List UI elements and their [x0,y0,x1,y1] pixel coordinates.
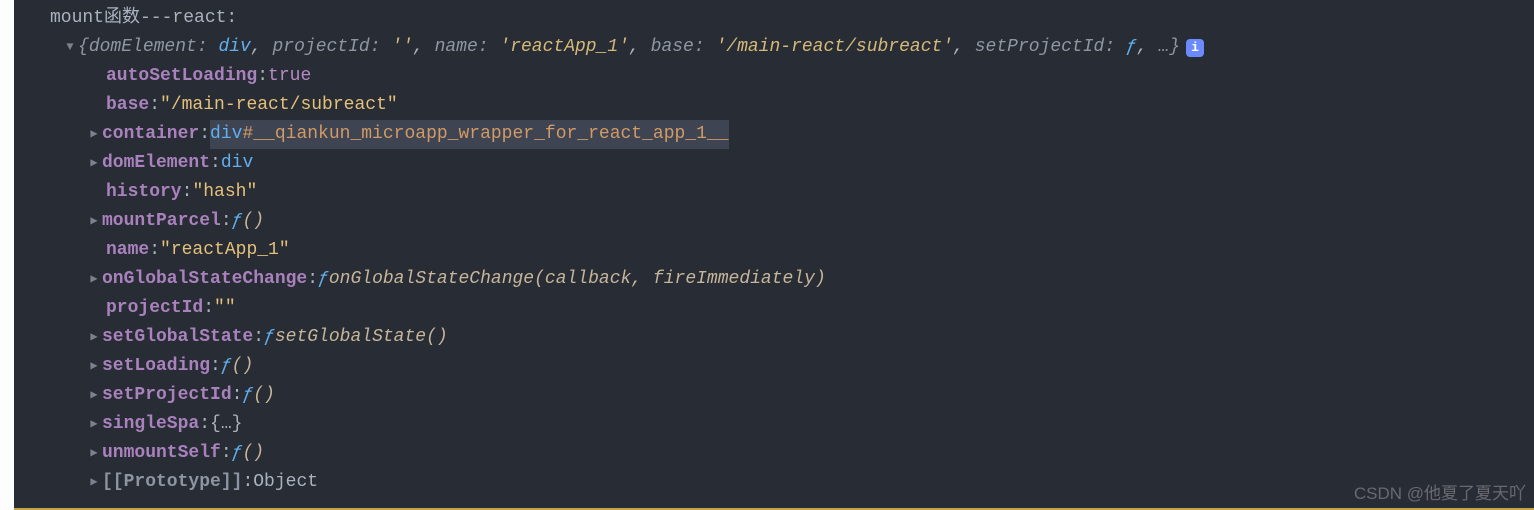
prop-setGlobalState[interactable]: setGlobalState: ƒ setGlobalState() [0,323,1534,352]
chevron-right-icon[interactable] [88,149,100,178]
prop-mountParcel[interactable]: mountParcel: ƒ () [0,207,1534,236]
prop-history[interactable]: history: "hash" [0,178,1534,207]
prop-setProjectId[interactable]: setProjectId: ƒ () [0,381,1534,410]
chevron-right-icon[interactable] [88,439,100,468]
chevron-right-icon[interactable] [88,468,100,497]
chevron-right-icon[interactable] [88,352,100,381]
prop-singleSpa[interactable]: singleSpa: {…} [0,410,1534,439]
console-output: mount函数---react: { domElement: div , pro… [0,0,1534,497]
object-summary[interactable]: { domElement: div , projectId: '' , name… [0,33,1534,62]
prop-autoSetLoading[interactable]: autoSetLoading: true [0,62,1534,91]
chevron-right-icon[interactable] [88,381,100,410]
prop-container[interactable]: container: div#__qiankun_microapp_wrappe… [0,120,1534,149]
log-line: mount函数---react: [0,4,1534,33]
prop-onGlobalStateChange[interactable]: onGlobalStateChange: ƒ onGlobalStateChan… [0,265,1534,294]
chevron-right-icon[interactable] [88,120,100,149]
log-prefix: mount函数---react: [50,4,237,33]
prop-projectId[interactable]: projectId: "" [0,294,1534,323]
chevron-right-icon[interactable] [88,410,100,439]
prop-prototype[interactable]: [[Prototype]]: Object [0,468,1534,497]
prop-setLoading[interactable]: setLoading: ƒ () [0,352,1534,381]
prop-unmountSelf[interactable]: unmountSelf: ƒ () [0,439,1534,468]
prop-base[interactable]: base: "/main-react/subreact" [0,91,1534,120]
info-icon[interactable]: i [1186,39,1204,57]
chevron-right-icon[interactable] [88,323,100,352]
prop-name[interactable]: name: "reactApp_1" [0,236,1534,265]
watermark: CSDN @他夏了夏天吖 [1354,479,1526,504]
chevron-right-icon[interactable] [88,207,100,236]
chevron-down-icon[interactable] [64,33,76,62]
left-gutter [0,0,14,510]
prop-domElement[interactable]: domElement: div [0,149,1534,178]
chevron-right-icon[interactable] [88,265,100,294]
